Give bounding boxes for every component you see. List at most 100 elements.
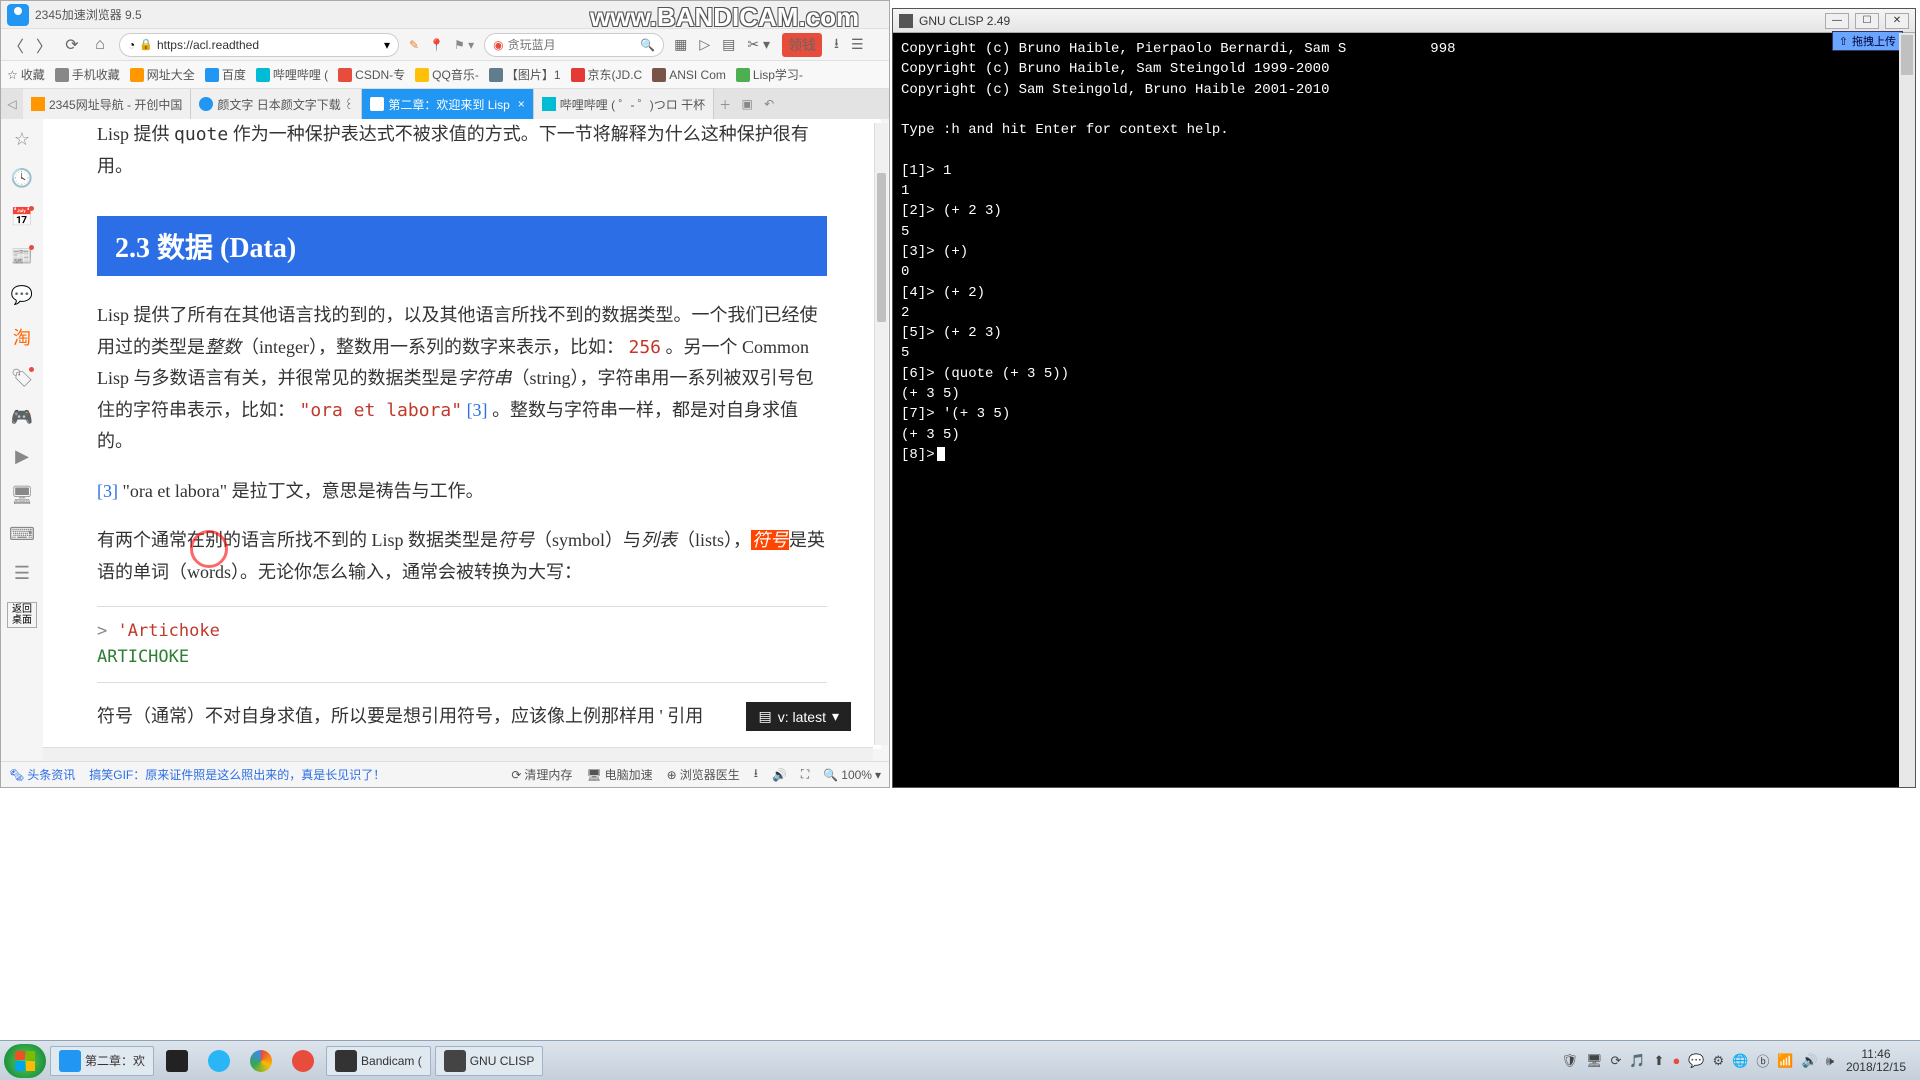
scrollbar-thumb[interactable]	[1901, 35, 1913, 75]
tab-item[interactable]: 哔哩哔哩 ( ゜- ゜)つロ 干杯	[534, 89, 714, 119]
tray-icon[interactable]: 🌐	[1732, 1053, 1748, 1069]
search-input[interactable]	[508, 38, 637, 52]
search-icon[interactable]: 🔍	[640, 38, 655, 52]
sound-icon[interactable]: 🔊	[772, 768, 787, 782]
tray-icon[interactable]: ⬆	[1654, 1053, 1665, 1069]
tab-item-active[interactable]: 第二章：欢迎来到 Lisp ×	[362, 89, 533, 119]
tab-restore[interactable]: ▣	[736, 89, 758, 119]
discount-icon[interactable]: 🏷	[11, 368, 34, 389]
tray-icon[interactable]: 🔊	[1802, 1053, 1818, 1069]
task-pinned[interactable]	[200, 1046, 238, 1076]
video-icon[interactable]: ▷	[699, 36, 710, 53]
fav-item[interactable]: 哔哩哔哩 (	[256, 66, 328, 83]
footnote-link[interactable]: [3]	[467, 400, 488, 420]
upload-badge[interactable]: ⇧拖拽上传	[1832, 31, 1903, 51]
fav-item[interactable]: ANSI Com	[652, 68, 726, 82]
tray-icon[interactable]: ●	[1672, 1053, 1680, 1068]
reload-button[interactable]: ⟳	[63, 36, 81, 54]
status-bar: 🗞 头条资讯 搞笑GIF：原来证件照是这么照出来的，真是长见识了！ ⟳ 清理内存…	[1, 761, 889, 787]
search-box[interactable]: ◉ 🔍	[484, 33, 664, 57]
taskbar-clock[interactable]: 11:46 2018/12/15	[1842, 1048, 1910, 1074]
list-icon[interactable]: ☰	[14, 563, 30, 584]
task-pinned[interactable]	[158, 1046, 196, 1076]
minimize-button[interactable]: —	[1825, 13, 1849, 29]
tab-item[interactable]: 2345网址导航 - 开创中国	[23, 89, 191, 119]
scissors-icon[interactable]: ✂ ▾	[747, 36, 770, 53]
tray-icon[interactable]: 💬	[1688, 1053, 1704, 1069]
favorites-root[interactable]: ☆收藏	[7, 66, 45, 83]
tray-icon[interactable]: 🎵	[1629, 1053, 1645, 1069]
fav-item[interactable]: Lisp学习-	[736, 66, 803, 83]
task-item[interactable]: Bandicam (	[326, 1046, 431, 1076]
game-icon[interactable]: 🎮	[11, 407, 33, 428]
tab-item[interactable]: 颜文字 日本颜文字下载 ꒰	[191, 89, 362, 119]
fav-item[interactable]: QQ音乐-	[415, 66, 479, 83]
fullscreen-icon[interactable]: ⛶	[801, 767, 809, 782]
back-button[interactable]: 〈	[7, 36, 25, 54]
scrollbar-thumb[interactable]	[877, 173, 886, 322]
tray-icon[interactable]: ⓑ	[1756, 1051, 1769, 1070]
forward-button[interactable]: 〉	[35, 36, 53, 54]
calc-icon[interactable]: ⌨	[9, 524, 35, 545]
clear-memory[interactable]: ⟳ 清理内存	[511, 766, 572, 783]
grid-icon[interactable]: ▦	[674, 36, 687, 53]
wechat-icon[interactable]: 💬	[11, 285, 33, 306]
tray-icon[interactable]: ⟳	[1610, 1053, 1621, 1069]
document-viewport[interactable]: Lisp 提供 quote 作为一种保护表达式不被求值的方式。下一节将解释为什么…	[43, 119, 881, 749]
speed-up[interactable]: 🖥 电脑加速	[586, 766, 652, 783]
headline-link[interactable]: 🗞 头条资讯	[9, 766, 75, 783]
tray-icon[interactable]: 🖥	[1586, 1053, 1603, 1069]
star-icon[interactable]: ☆	[14, 129, 30, 150]
terminal-scrollbar[interactable]	[1899, 33, 1915, 787]
extension-icon-2[interactable]: 📍	[429, 38, 444, 52]
tray-icon[interactable]: 📶	[1777, 1053, 1793, 1069]
page-scrollbar-horizontal[interactable]	[43, 747, 873, 761]
literal: 256	[628, 337, 661, 358]
browser-doctor[interactable]: ⊕ 浏览器医生	[667, 766, 740, 783]
close-button[interactable]: ✕	[1885, 13, 1909, 29]
version-badge[interactable]: ▤ v: latest ▾	[746, 702, 851, 731]
url-box[interactable]: ◔ 🔒 https://acl.readthed ▾	[119, 33, 399, 57]
back-desktop-button[interactable]: 返回 桌面	[7, 602, 37, 628]
menu-icon[interactable]: ☰	[851, 36, 864, 53]
start-button[interactable]	[4, 1044, 46, 1078]
tray-icon[interactable]: 🛡	[1561, 1053, 1578, 1069]
url-dropdown-icon[interactable]: ▾	[384, 38, 390, 52]
reader-icon[interactable]: ▤	[722, 36, 735, 53]
news-icon[interactable]: 📰	[11, 246, 33, 267]
tab-new[interactable]: ＋	[714, 89, 736, 119]
extension-icon-1[interactable]: ✎	[409, 38, 419, 52]
fav-item[interactable]: CSDN-专	[338, 66, 405, 83]
video-icon[interactable]: ▶	[15, 446, 29, 467]
task-item[interactable]: GNU CLISP	[435, 1046, 544, 1076]
history-icon[interactable]: 🕓	[11, 168, 33, 189]
extension-dropdown[interactable]: ⚑ ▾	[454, 38, 474, 52]
close-icon[interactable]: ×	[518, 97, 525, 111]
task-pinned[interactable]	[284, 1046, 322, 1076]
footnote-label[interactable]: [3]	[97, 481, 118, 501]
fav-item[interactable]: 百度	[205, 66, 246, 83]
monitor-icon[interactable]: 🖥	[11, 485, 34, 506]
taobao-icon[interactable]: 淘	[13, 324, 31, 350]
task-item[interactable]: 第二章：欢	[50, 1046, 154, 1076]
fav-item[interactable]: 京东(JD.C	[571, 66, 643, 83]
fav-item[interactable]: 网址大全	[130, 66, 195, 83]
fav-item[interactable]: 手机收藏	[55, 66, 120, 83]
download-icon[interactable]: ⭳	[834, 33, 839, 57]
maximize-button[interactable]: ☐	[1855, 13, 1879, 29]
tray-icon[interactable]: 🕪	[1826, 1053, 1834, 1069]
tab-prev[interactable]: ◁	[1, 89, 23, 119]
funny-link[interactable]: 搞笑GIF：原来证件照是这么照出来的，真是长见识了！	[89, 766, 385, 783]
task-pinned[interactable]	[242, 1046, 280, 1076]
fav-item[interactable]: 【图片】1	[489, 66, 561, 83]
download-status-icon[interactable]: ⭳	[754, 764, 758, 785]
home-button[interactable]: ⌂	[91, 36, 109, 54]
calendar-icon[interactable]: 📅	[11, 207, 33, 228]
page-scrollbar-vertical[interactable]	[874, 123, 888, 745]
terminal-body[interactable]: Copyright (c) Bruno Haible, Pierpaolo Be…	[893, 33, 1915, 471]
tray-icon[interactable]: ⚙	[1713, 1053, 1725, 1069]
bilibili-icon	[256, 68, 270, 82]
zoom-indicator[interactable]: 🔍 100% ▾	[823, 768, 881, 782]
money-button[interactable]: 领钱	[782, 33, 822, 57]
tab-undo[interactable]: ↶	[758, 89, 780, 119]
